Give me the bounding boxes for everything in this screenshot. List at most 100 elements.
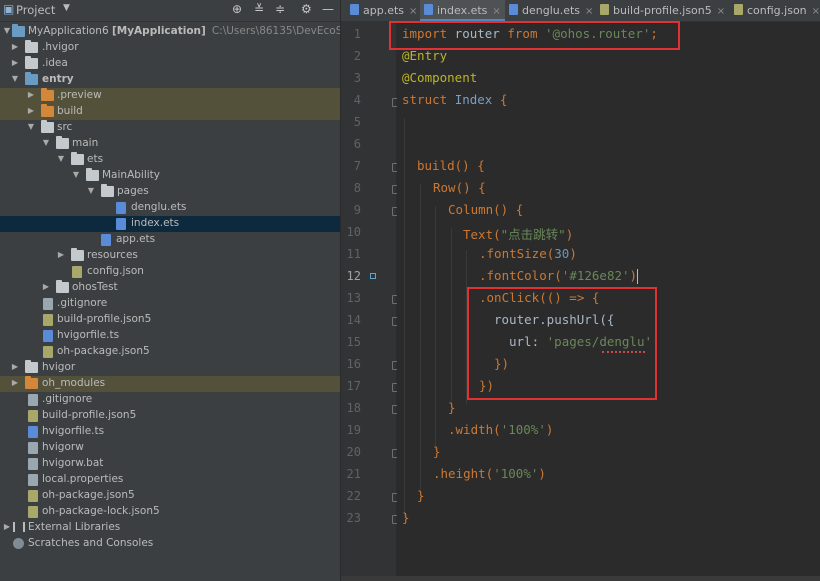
tab-config-json[interactable]: config.json × xyxy=(730,0,820,21)
code-text: { xyxy=(492,92,508,107)
folder-icon xyxy=(41,120,54,133)
tree-item-hvigorw[interactable]: hvigorw xyxy=(0,440,340,456)
tree-item-hvigor[interactable]: ▶ hvigor xyxy=(0,360,340,376)
expand-all-icon[interactable]: ≑ xyxy=(275,2,285,16)
tree-item-hvigorw-bat[interactable]: hvigorw.bat xyxy=(0,456,340,472)
tree-item-hvigor-hidden[interactable]: ▶ .hvigor xyxy=(0,40,340,56)
chevron-right-icon[interactable]: ▶ xyxy=(26,90,36,100)
tree-item-ets[interactable]: ▼ ets xyxy=(0,152,340,168)
code-line-19: } xyxy=(448,400,456,415)
tree-item-root-hvigorfile[interactable]: hvigorfile.ts xyxy=(0,424,340,440)
target-icon[interactable]: ⊕ xyxy=(232,2,242,16)
tree-item-label: config.json xyxy=(87,265,144,277)
tab-app-ets[interactable]: app.ets × xyxy=(346,0,421,21)
close-icon[interactable]: × xyxy=(812,6,820,17)
tree-item-root-build-profile[interactable]: build-profile.json5 xyxy=(0,408,340,424)
chevron-down-icon[interactable]: ▼ xyxy=(71,170,81,180)
gear-icon[interactable]: ⚙ xyxy=(301,2,312,16)
code-text: } xyxy=(448,400,456,415)
ets-file-icon xyxy=(116,218,126,230)
tree-item-app-ets[interactable]: app.ets xyxy=(0,232,340,248)
code-text: .width( xyxy=(448,422,501,437)
close-icon[interactable]: × xyxy=(585,6,593,17)
collapse-all-icon[interactable]: ≚ xyxy=(254,2,264,16)
highlight-box-import xyxy=(389,21,680,50)
tree-item-build[interactable]: ▶ build xyxy=(0,104,340,120)
tree-item-label: .preview xyxy=(57,89,102,101)
code-line-12: .fontSize(30) xyxy=(479,246,577,261)
tree-item-config-json[interactable]: config.json xyxy=(0,264,340,280)
folder-icon xyxy=(25,376,38,389)
tree-item-entry-build-profile[interactable]: build-profile.json5 xyxy=(0,312,340,328)
chevron-down-icon[interactable]: ▼ xyxy=(2,26,12,36)
tree-item-entry-hvigorfile[interactable]: hvigorfile.ts xyxy=(0,328,340,344)
chevron-right-icon[interactable]: ▶ xyxy=(10,378,20,388)
tree-item-root-oh-package[interactable]: oh-package.json5 xyxy=(0,488,340,504)
tab-denglu-ets[interactable]: denglu.ets × xyxy=(505,0,597,21)
json-file-icon xyxy=(72,266,82,278)
chevron-right-icon[interactable]: ▶ xyxy=(10,362,20,372)
tree-item-src[interactable]: ▼ src xyxy=(0,120,340,136)
tree-item-mainability[interactable]: ▼ MainAbility xyxy=(0,168,340,184)
indent-guide xyxy=(420,184,421,494)
folder-icon xyxy=(101,184,114,197)
tree-item-ohostest[interactable]: ▶ ohosTest xyxy=(0,280,340,296)
code-line-22: .height('100%') xyxy=(433,466,546,481)
chevron-right-icon[interactable]: ▶ xyxy=(2,522,12,532)
tree-item-idea[interactable]: ▶ .idea xyxy=(0,56,340,72)
line-number: 15 xyxy=(346,335,361,349)
minimize-icon[interactable]: — xyxy=(322,2,334,16)
tree-item-root-gitignore[interactable]: .gitignore xyxy=(0,392,340,408)
bookmark-icon[interactable] xyxy=(370,273,376,279)
tree-item-pages[interactable]: ▼ pages xyxy=(0,184,340,200)
project-path: C:\Users\86135\DevEcoStudioPr xyxy=(211,25,340,37)
code-text: } xyxy=(402,510,410,525)
close-icon[interactable]: × xyxy=(492,6,500,17)
tree-item-label: src xyxy=(57,121,73,133)
tree-item-denglu-ets[interactable]: denglu.ets xyxy=(0,200,340,216)
tab-label: app.ets xyxy=(363,4,405,17)
tree-item-index-ets[interactable]: index.ets xyxy=(0,216,340,232)
chevron-right-icon[interactable]: ▶ xyxy=(10,58,20,68)
close-icon[interactable]: × xyxy=(409,6,417,17)
tree-item-entry-gitignore[interactable]: .gitignore xyxy=(0,296,340,312)
chevron-right-icon[interactable]: ▶ xyxy=(10,42,20,52)
tree-item-resources[interactable]: ▶ resources xyxy=(0,248,340,264)
tree-item-main[interactable]: ▼ main xyxy=(0,136,340,152)
chevron-down-icon[interactable]: ▼ xyxy=(10,74,20,84)
close-icon[interactable]: × xyxy=(717,6,725,17)
project-view-icon[interactable]: ▣ xyxy=(3,2,14,16)
chevron-down-icon[interactable]: ▼ xyxy=(56,154,66,164)
project-panel-title[interactable]: Project xyxy=(16,3,55,17)
code-text: ) xyxy=(565,227,574,242)
tree-item-preview[interactable]: ▶ .preview xyxy=(0,88,340,104)
tree-item-local-properties[interactable]: local.properties xyxy=(0,472,340,488)
json-file-icon xyxy=(43,314,53,326)
code-line-21: } xyxy=(433,444,441,459)
chevron-down-icon[interactable]: ▼ xyxy=(63,3,70,13)
tab-build-profile[interactable]: build-profile.json5 × xyxy=(596,0,729,21)
chevron-right-icon[interactable]: ▶ xyxy=(26,106,36,116)
chevron-down-icon[interactable]: ▼ xyxy=(86,186,96,196)
line-number: 21 xyxy=(346,467,361,481)
chevron-down-icon[interactable]: ▼ xyxy=(41,138,51,148)
tree-item-oh-package-lock[interactable]: oh-package-lock.json5 xyxy=(0,504,340,520)
chevron-right-icon[interactable]: ▶ xyxy=(41,282,51,292)
line-number: 13 xyxy=(346,291,361,305)
tree-item-label: ohosTest xyxy=(72,281,118,293)
tree-item-scratches[interactable]: Scratches and Consoles xyxy=(0,536,340,552)
tree-item-entry-oh-package[interactable]: oh-package.json5 xyxy=(0,344,340,360)
code-line-3: @Component xyxy=(402,70,477,85)
line-number: 4 xyxy=(353,93,361,107)
horizontal-scrollbar[interactable] xyxy=(341,576,820,581)
line-number: 23 xyxy=(346,511,361,525)
json-file-icon xyxy=(28,490,38,502)
chevron-down-icon[interactable]: ▼ xyxy=(26,122,36,132)
tab-index-ets[interactable]: index.ets × xyxy=(420,0,505,21)
tree-item-oh-modules[interactable]: ▶ oh_modules xyxy=(0,376,340,392)
folder-icon xyxy=(25,360,38,373)
tree-item-external-libraries[interactable]: ▶ External Libraries xyxy=(0,520,340,536)
tree-item-myapplication6[interactable]: ▼ MyApplication6 [MyApplication] C:\Users… xyxy=(0,24,340,40)
tree-item-entry[interactable]: ▼ entry xyxy=(0,72,340,88)
chevron-right-icon[interactable]: ▶ xyxy=(56,250,66,260)
